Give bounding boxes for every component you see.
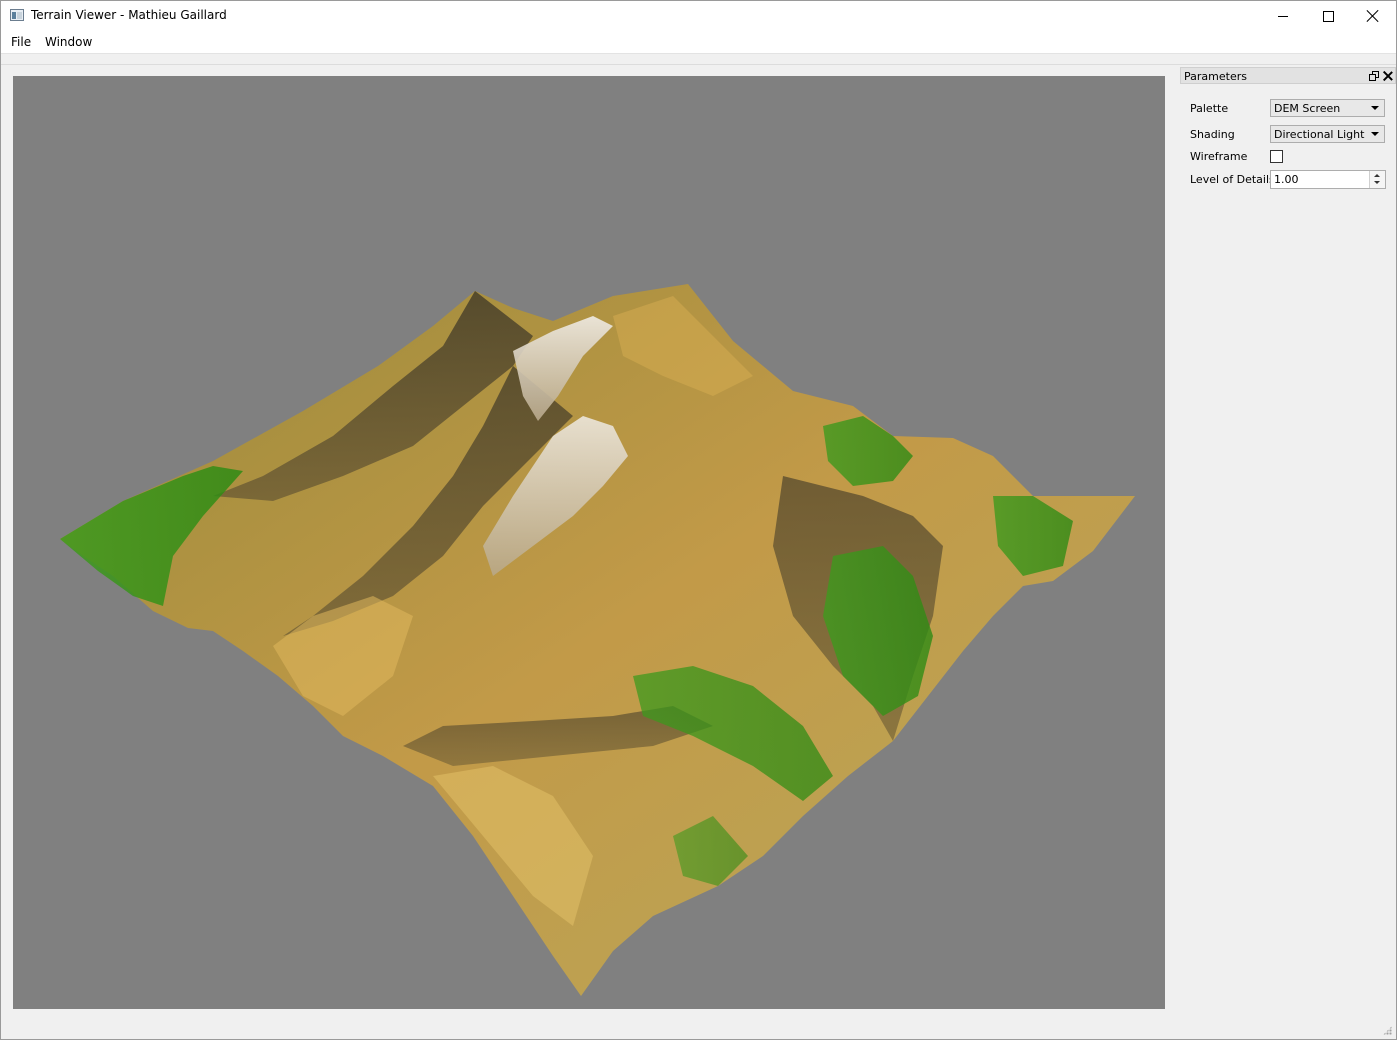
- terrain-mesh: [60, 284, 1135, 996]
- title-bar[interactable]: Terrain Viewer - Mathieu Gaillard: [1, 1, 1396, 31]
- maximize-button[interactable]: [1305, 1, 1351, 31]
- dock-close-icon[interactable]: [1383, 71, 1393, 81]
- chevron-down-icon: [1371, 106, 1379, 110]
- palette-value: DEM Screen: [1274, 102, 1341, 115]
- size-grip[interactable]: [1383, 1026, 1392, 1035]
- dock-float-icon[interactable]: [1369, 71, 1379, 81]
- spin-up-icon[interactable]: [1374, 174, 1380, 177]
- main-window: Terrain Viewer - Mathieu Gaillard File W…: [0, 0, 1397, 1040]
- parameters-dock: Parameters Palette DEM Screen Shading Di…: [1180, 67, 1397, 1027]
- menu-bar: File Window: [1, 31, 1396, 54]
- minimize-icon: [1278, 15, 1288, 17]
- level-of-details-spinbox[interactable]: 1.00: [1270, 170, 1386, 189]
- shading-label: Shading: [1190, 128, 1235, 141]
- window-title: Terrain Viewer - Mathieu Gaillard: [31, 8, 227, 22]
- terrain-viewport[interactable]: [13, 76, 1165, 1009]
- level-of-details-label: Level of Details: [1190, 173, 1275, 186]
- app-icon: [10, 9, 24, 21]
- wireframe-label: Wireframe: [1190, 150, 1248, 163]
- toolbar-area: [1, 54, 1396, 65]
- wireframe-checkbox[interactable]: [1270, 150, 1283, 163]
- menu-window[interactable]: Window: [44, 35, 93, 49]
- parameters-dock-header[interactable]: Parameters: [1180, 67, 1396, 84]
- terrain-render: [60, 284, 1135, 996]
- close-icon: [1367, 10, 1379, 22]
- close-button[interactable]: [1350, 1, 1396, 31]
- spin-buttons[interactable]: [1369, 171, 1385, 188]
- minimize-button[interactable]: [1260, 1, 1306, 31]
- parameters-dock-title: Parameters: [1184, 70, 1247, 83]
- maximize-icon: [1322, 10, 1334, 22]
- menu-file[interactable]: File: [10, 35, 32, 49]
- shading-combobox[interactable]: Directional Light: [1270, 125, 1385, 143]
- spin-down-icon[interactable]: [1374, 181, 1380, 184]
- palette-label: Palette: [1190, 102, 1229, 115]
- palette-combobox[interactable]: DEM Screen: [1270, 99, 1385, 117]
- chevron-down-icon: [1371, 132, 1379, 136]
- level-of-details-value: 1.00: [1274, 173, 1299, 186]
- shading-value: Directional Light: [1274, 128, 1365, 141]
